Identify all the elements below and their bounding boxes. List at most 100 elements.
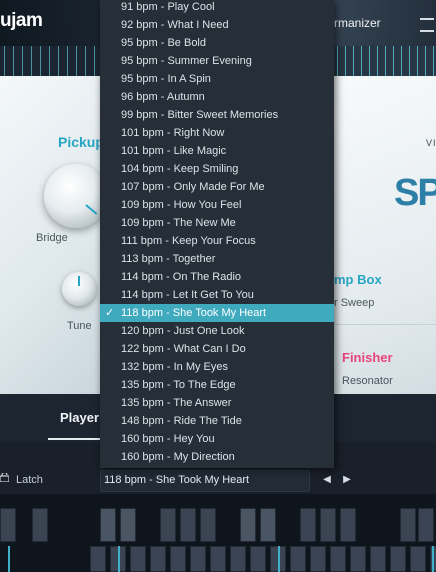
active-tab-underline [48, 438, 108, 440]
dropdown-item-label: 96 bpm - Autumn [121, 91, 205, 103]
dropdown-item-label: 122 bpm - What Can I Do [121, 343, 246, 355]
pickup-knob[interactable] [44, 164, 108, 228]
keyboard-key[interactable] [260, 508, 276, 542]
keyboard-key[interactable] [150, 546, 166, 572]
dropdown-item[interactable]: 114 bpm - On The Radio [100, 268, 334, 286]
dropdown-item[interactable]: 120 bpm - Just One Look [100, 322, 334, 340]
pattern-select[interactable]: 118 bpm - She Took My Heart [100, 470, 310, 492]
prev-pattern-button[interactable]: ◀ [320, 472, 334, 488]
keyboard-key[interactable] [310, 546, 326, 572]
dropdown-item[interactable]: 109 bpm - How You Feel [100, 196, 334, 214]
checkmark-icon: ✓ [105, 307, 115, 319]
keyboard-key[interactable] [180, 508, 196, 542]
dropdown-item[interactable]: 111 bpm - Keep Your Focus [100, 232, 334, 250]
dropdown-item[interactable]: 101 bpm - Right Now [100, 124, 334, 142]
dropdown-item[interactable]: 114 bpm - Let It Get To You [100, 286, 334, 304]
dropdown-item[interactable]: 92 bpm - What I Need [100, 16, 334, 34]
latch-label[interactable]: Latch [16, 474, 43, 486]
lock-icon[interactable] [0, 473, 9, 482]
keyboard-key[interactable] [32, 508, 48, 542]
keyboard-key[interactable] [0, 508, 16, 542]
dropdown-item-label: 95 bpm - Be Bold [121, 37, 206, 49]
keyboard-key[interactable] [190, 546, 206, 572]
knob-indicator [78, 276, 80, 286]
pattern-dropdown: 91 bpm - Play Cool 92 bpm - What I Need 95… [100, 0, 334, 468]
finisher-preset[interactable]: Resonator [342, 375, 393, 387]
next-pattern-button[interactable]: ▶ [340, 472, 354, 488]
dropdown-item-label: 95 bpm - Summer Evening [121, 55, 252, 67]
dropdown-item[interactable]: 95 bpm - Summer Evening [100, 52, 334, 70]
dropdown-item-label: 101 bpm - Like Magic [121, 145, 227, 157]
dropdown-item-label: 118 bpm - She Took My Heart [121, 307, 267, 319]
keyboard-key[interactable] [340, 508, 356, 542]
keyboard-key[interactable] [400, 508, 416, 542]
ampbox-preset[interactable]: r Sweep [334, 297, 374, 309]
dropdown-item-label: 95 bpm - In A Spin [121, 73, 211, 85]
dropdown-item-label: 107 bpm - Only Made For Me [121, 181, 265, 193]
dropdown-item[interactable]: 135 bpm - The Answer [100, 394, 334, 412]
dropdown-item[interactable]: ✓ 118 bpm - She Took My Heart [100, 304, 334, 322]
keyboard-key[interactable] [250, 546, 266, 572]
dropdown-item[interactable]: 91 bpm - Play Cool [100, 0, 334, 16]
dropdown-item[interactable]: 95 bpm - In A Spin [100, 70, 334, 88]
dropdown-item-label: 111 bpm - Keep Your Focus [121, 235, 256, 247]
dropdown-item-label: 104 bpm - Keep Smiling [121, 163, 239, 175]
menu-icon[interactable] [420, 18, 434, 32]
keyboard-key[interactable] [330, 546, 346, 572]
keyboard-key[interactable] [370, 546, 386, 572]
dropdown-item[interactable]: 132 bpm - In My Eyes [100, 358, 334, 376]
keyboard-key[interactable] [100, 508, 116, 542]
keyboard-key[interactable] [350, 546, 366, 572]
dropdown-item-label: 160 bpm - Hey You [121, 433, 215, 445]
dropdown-item[interactable]: 135 bpm - To The Edge [100, 376, 334, 394]
keyboard-key[interactable] [300, 508, 316, 542]
dropdown-item[interactable]: 160 bpm - My Direction [100, 448, 334, 466]
keyboard-key[interactable] [230, 546, 246, 572]
finisher-title: Finisher [342, 350, 393, 365]
dropdown-item[interactable]: 122 bpm - What Can I Do [100, 340, 334, 358]
dropdown-item[interactable]: 148 bpm - Ride The Tide [100, 412, 334, 430]
dropdown-item-label: 132 bpm - In My Eyes [121, 361, 228, 373]
brand-logo: ujam [0, 10, 43, 31]
keyboard-key[interactable] [410, 546, 426, 572]
keyboard-key[interactable] [418, 508, 434, 542]
product-subtitle: VI [426, 138, 436, 148]
keyboard-key[interactable] [90, 546, 106, 572]
dropdown-item[interactable]: 107 bpm - Only Made For Me [100, 178, 334, 196]
dropdown-item-label: 160 bpm - My Direction [121, 451, 235, 463]
tune-label: Tune [67, 320, 92, 332]
keyboard-key[interactable] [390, 546, 406, 572]
key-marker [278, 546, 280, 572]
dropdown-item[interactable]: 96 bpm - Autumn [100, 88, 334, 106]
dropdown-item[interactable]: 99 bpm - Bitter Sweet Memories [100, 106, 334, 124]
dropdown-item[interactable]: 95 bpm - Be Bold [100, 34, 334, 52]
keyboard-key[interactable] [120, 508, 136, 542]
key-marker [8, 546, 10, 572]
dropdown-item[interactable]: 160 bpm - Hey You [100, 430, 334, 448]
keyboard-key[interactable] [170, 546, 186, 572]
decorative-band [334, 46, 436, 76]
keyboard-key[interactable] [200, 508, 216, 542]
divider [334, 324, 436, 325]
dropdown-item-label: 114 bpm - Let It Get To You [121, 289, 254, 301]
keyboard-key[interactable] [240, 508, 256, 542]
keyboard-key[interactable] [290, 546, 306, 572]
dropdown-item[interactable]: 113 bpm - Together [100, 250, 334, 268]
pattern-value: 118 bpm - She Took My Heart [104, 474, 250, 486]
dropdown-item-label: 92 bpm - What I Need [121, 19, 229, 31]
product-logo: SP [394, 172, 436, 214]
keyboard-key[interactable] [160, 508, 176, 542]
dropdown-item[interactable]: 104 bpm - Keep Smiling [100, 160, 334, 178]
keyboard-key[interactable] [320, 508, 336, 542]
dropdown-item[interactable]: 101 bpm - Like Magic [100, 142, 334, 160]
keyboard-key[interactable] [130, 546, 146, 572]
dropdown-item-label: 148 bpm - Ride The Tide [121, 415, 242, 427]
keyboard-key[interactable] [210, 546, 226, 572]
key-marker [118, 546, 120, 572]
dropdown-item[interactable]: 109 bpm - The New Me [100, 214, 334, 232]
tab-player[interactable]: Player [60, 410, 99, 425]
key-marker [432, 546, 434, 572]
dropdown-item-label: 120 bpm - Just One Look [121, 325, 245, 337]
keyboard[interactable] [0, 494, 436, 572]
dropdown-item-label: 135 bpm - The Answer [121, 397, 232, 409]
